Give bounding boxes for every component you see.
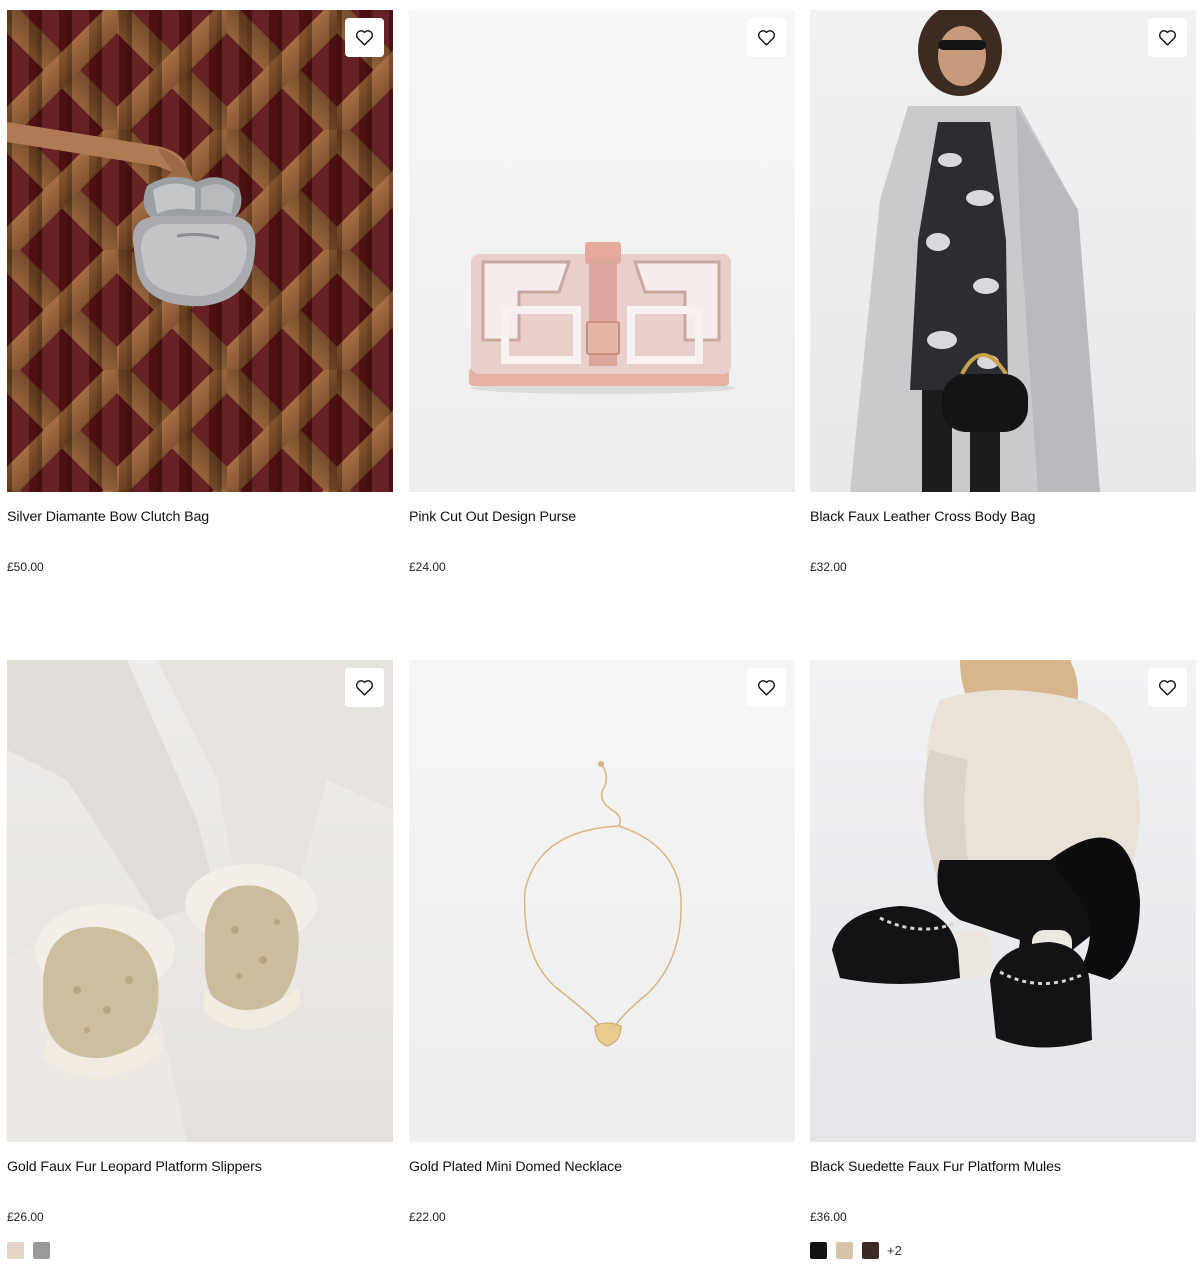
product-price: £50.00 [7,560,44,574]
pink-purse-photo [469,242,735,394]
product-card[interactable]: Gold Faux Fur Leopard Platform Slippers … [7,660,393,1259]
colour-swatches [7,1242,50,1259]
product-image[interactable] [7,660,393,1142]
product-image[interactable] [409,660,795,1142]
product-title[interactable]: Pink Cut Out Design Purse [409,509,576,525]
silver-clutch-bag-photo [7,122,256,307]
wishlist-button[interactable] [1148,18,1187,57]
heart-icon [355,680,374,696]
product-card[interactable]: Black Suedette Faux Fur Platform Mules £… [810,660,1196,1259]
product-title[interactable]: Gold Plated Mini Domed Necklace [409,1159,622,1175]
product-card[interactable]: Pink Cut Out Design Purse £24.00 [409,10,795,574]
gold-slippers-photo [7,660,393,1142]
product-image[interactable] [409,10,795,492]
product-price: £26.00 [7,1210,44,1224]
wishlist-button[interactable] [1148,668,1187,707]
heart-icon [1158,680,1177,696]
more-colours-link[interactable]: +2 [887,1243,902,1258]
product-price: £32.00 [810,560,847,574]
colour-swatch[interactable] [862,1242,879,1259]
product-card[interactable]: Gold Plated Mini Domed Necklace £22.00 [409,660,795,1224]
product-image[interactable] [810,660,1196,1142]
wishlist-button[interactable] [345,668,384,707]
heart-icon [355,30,374,46]
black-mules-photo [832,660,1140,1048]
product-card[interactable]: Silver Diamante Bow Clutch Bag £50.00 [7,10,393,574]
product-title[interactable]: Black Suedette Faux Fur Platform Mules [810,1159,1061,1175]
product-card[interactable]: Black Faux Leather Cross Body Bag £32.00 [810,10,1196,574]
product-image[interactable] [810,10,1196,492]
product-image[interactable] [7,10,393,492]
colour-swatch[interactable] [836,1242,853,1259]
colour-swatch[interactable] [33,1242,50,1259]
wishlist-button[interactable] [747,668,786,707]
wishlist-button[interactable] [747,18,786,57]
wishlist-button[interactable] [345,18,384,57]
product-price: £36.00 [810,1210,847,1224]
product-price: £22.00 [409,1210,446,1224]
product-row: Silver Diamante Bow Clutch Bag £50.00 Pi… [7,10,1196,630]
heart-icon [1158,30,1177,46]
colour-swatch[interactable] [7,1242,24,1259]
colour-swatches: +2 [810,1242,902,1259]
heart-icon [757,680,776,696]
product-price: £24.00 [409,560,446,574]
product-title[interactable]: Gold Faux Fur Leopard Platform Slippers [7,1159,262,1175]
product-title[interactable]: Silver Diamante Bow Clutch Bag [7,509,209,525]
heart-icon [757,30,776,46]
colour-swatch[interactable] [810,1242,827,1259]
product-title[interactable]: Black Faux Leather Cross Body Bag [810,509,1035,525]
gold-necklace-photo [523,761,682,1047]
product-row: Gold Faux Fur Leopard Platform Slippers … [7,660,1196,1280]
black-cross-body-bag-photo [850,10,1100,492]
